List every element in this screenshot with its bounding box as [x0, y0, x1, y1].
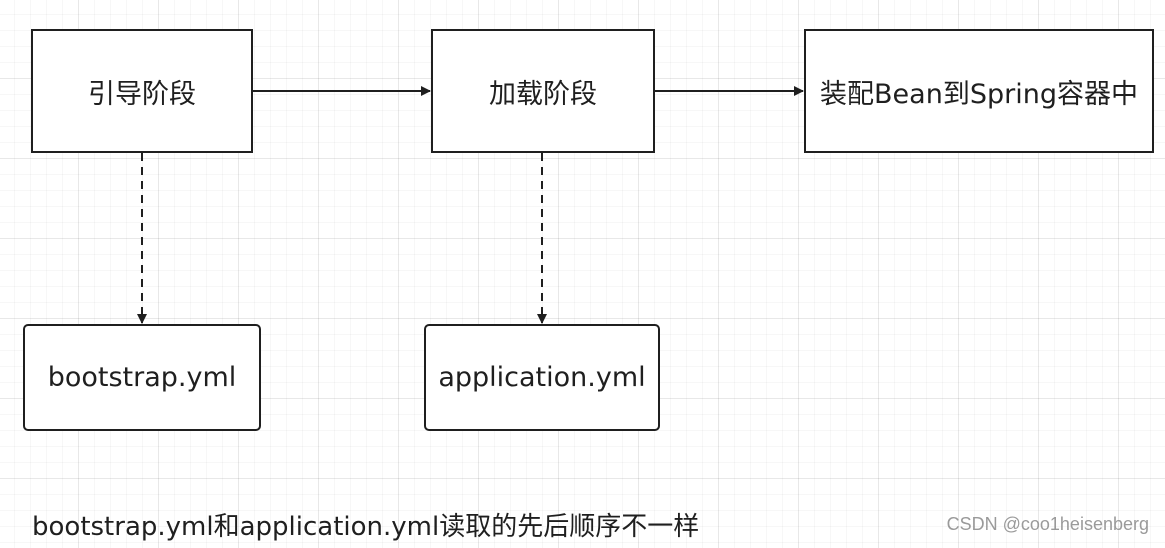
node-bootstrap-phase: 引导阶段 — [31, 29, 253, 153]
node-assemble-bean-label: 装配Bean到Spring容器中 — [820, 78, 1138, 110]
diagram-caption: bootstrap.yml和application.yml读取的先后顺序不一样 — [32, 512, 700, 542]
diagram-canvas: 引导阶段 加载阶段 装配Bean到Spring容器中 bootstrap.yml… — [0, 0, 1165, 548]
node-bootstrap-yml-label: bootstrap.yml — [47, 362, 237, 393]
node-bootstrap-phase-label: 引导阶段 — [88, 78, 196, 110]
node-bootstrap-yml: bootstrap.yml — [23, 324, 261, 431]
node-loading-phase: 加载阶段 — [431, 29, 655, 153]
node-application-yml-label: application.yml — [438, 362, 646, 393]
node-application-yml: application.yml — [424, 324, 660, 431]
node-loading-phase-label: 加载阶段 — [489, 78, 597, 110]
node-assemble-bean: 装配Bean到Spring容器中 — [804, 29, 1154, 153]
watermark: CSDN @coo1heisenberg — [946, 514, 1149, 534]
